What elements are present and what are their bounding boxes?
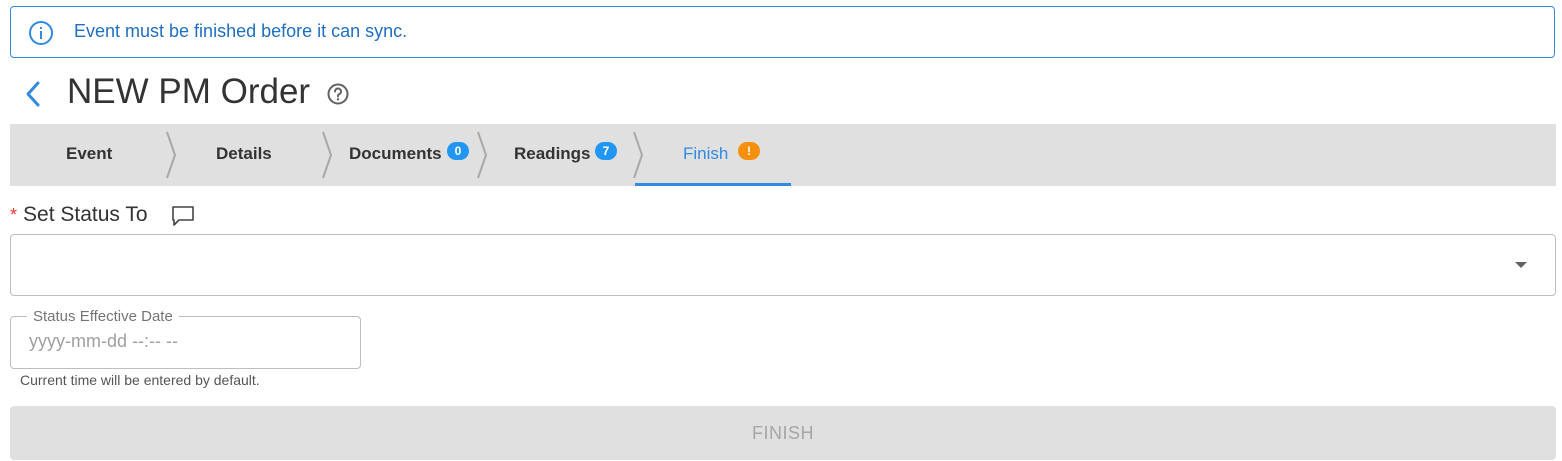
step-tabs: Event Details Documents 0 Readings 7 Fin… [10, 124, 1556, 186]
info-banner: Event must be finished before it can syn… [10, 6, 1555, 58]
tab-finish[interactable]: Finish ! [635, 124, 791, 186]
finish-warning-badge: ! [738, 142, 760, 160]
date-hint-text: Current time will be entered by default. [20, 372, 260, 388]
info-icon [29, 21, 53, 45]
status-select[interactable] [10, 234, 1556, 296]
chevron-separator-icon [322, 131, 333, 179]
chevron-left-icon[interactable] [22, 79, 46, 109]
date-field-label: Status Effective Date [27, 308, 179, 325]
chevron-separator-icon [477, 131, 488, 179]
comment-icon[interactable] [171, 205, 195, 227]
dropdown-arrow-icon [1515, 262, 1527, 268]
tab-label: Readings [514, 144, 591, 163]
tab-label: Details [216, 144, 272, 163]
finish-button[interactable]: FINISH [10, 406, 1556, 460]
help-circle-icon[interactable] [326, 82, 350, 106]
banner-message: Event must be finished before it can syn… [74, 21, 408, 41]
readings-count-badge: 7 [595, 142, 617, 160]
active-tab-indicator [635, 183, 791, 186]
tab-details[interactable]: Details [180, 124, 320, 186]
tab-documents[interactable]: Documents 0 [336, 124, 476, 186]
chevron-separator-icon [166, 131, 177, 179]
status-effective-date-input[interactable] [29, 331, 349, 352]
tab-label: Event [66, 144, 113, 163]
tab-readings[interactable]: Readings 7 [491, 124, 631, 186]
page-title: NEW PM Order [67, 72, 311, 111]
status-effective-date-field: Status Effective Date [10, 308, 361, 369]
tab-label: Finish [683, 144, 729, 163]
status-field-label: * Set Status To [10, 203, 148, 227]
documents-count-badge: 0 [447, 142, 469, 160]
required-marker: * [10, 205, 18, 225]
tab-event[interactable]: Event [10, 124, 165, 186]
status-label-text: Set Status To [23, 203, 148, 226]
tab-label: Documents [349, 144, 442, 163]
page-header: NEW PM Order [0, 70, 1562, 118]
